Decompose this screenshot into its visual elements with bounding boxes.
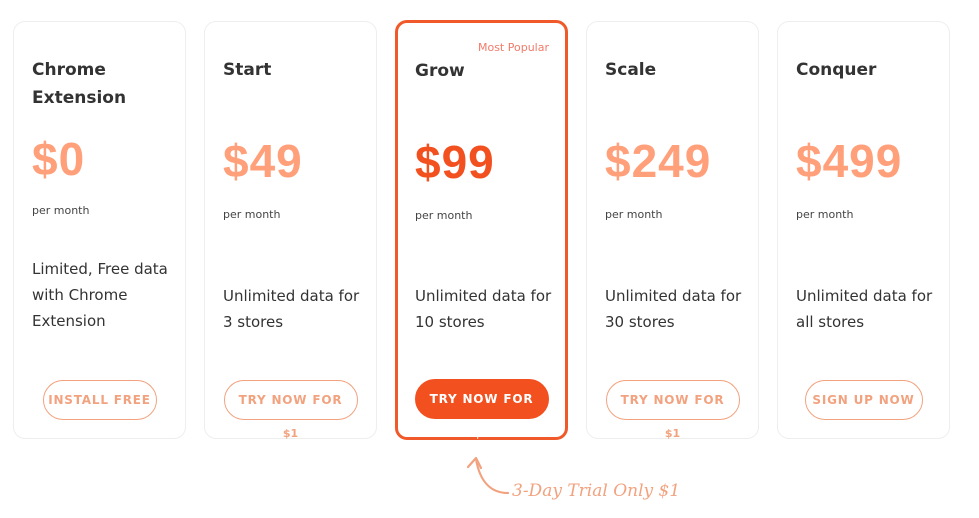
plan-period: per month <box>415 209 473 222</box>
plan-card-chrome-extension: Chrome Extension $0 per month Limited, F… <box>13 21 186 439</box>
plan-title: Start <box>223 60 272 80</box>
plan-price: $0 <box>32 133 86 185</box>
install-free-button[interactable]: INSTALL FREE <box>42 380 157 420</box>
button-price: $1 <box>664 427 681 440</box>
plan-card-conquer: Conquer $499 per month Unlimited data fo… <box>777 21 950 439</box>
plan-description: Unlimited data for 30 stores <box>605 287 742 331</box>
plan-description: Unlimited data for all stores <box>796 287 933 331</box>
curved-arrow-icon <box>466 456 510 495</box>
plan-description: Limited, Free data with Chrome Extension <box>32 260 168 330</box>
try-now-button-grow[interactable]: TRY NOW FOR <box>414 379 549 419</box>
plan-description: Unlimited data for 3 stores <box>223 287 360 331</box>
plan-card-scale: Scale $249 per month Unlimited data for … <box>586 21 759 440</box>
plan-period: per month <box>796 208 854 221</box>
plan-price: $49 <box>223 135 303 187</box>
plan-title: Chrome Extension <box>32 60 127 108</box>
plan-price: $499 <box>796 135 903 187</box>
plan-period: per month <box>605 208 663 221</box>
plan-period: per month <box>32 204 90 217</box>
button-price: $1 <box>473 427 490 440</box>
plan-price: $249 <box>605 135 712 187</box>
sign-up-now-button[interactable]: SIGN UP NOW <box>804 380 923 420</box>
try-now-button-scale[interactable]: TRY NOW FOR <box>605 380 740 420</box>
trial-note: 3-Day Trial Only $1 <box>512 481 681 501</box>
plan-title: Grow <box>415 61 465 81</box>
plan-period: per month <box>223 208 281 221</box>
plan-title: Conquer <box>796 60 877 80</box>
plan-card-start: Start $49 per month Unlimited data for 3… <box>204 21 377 440</box>
try-now-button-start[interactable]: TRY NOW FOR <box>223 380 358 420</box>
plan-price: $99 <box>415 136 495 188</box>
plan-card-grow: Most Popular Grow $99 per month Unlimite… <box>395 20 568 440</box>
most-popular-badge: Most Popular <box>477 41 549 54</box>
plan-description: Unlimited data for 10 stores <box>415 287 552 331</box>
button-price: $1 <box>282 427 299 440</box>
plan-title: Scale <box>605 60 657 80</box>
